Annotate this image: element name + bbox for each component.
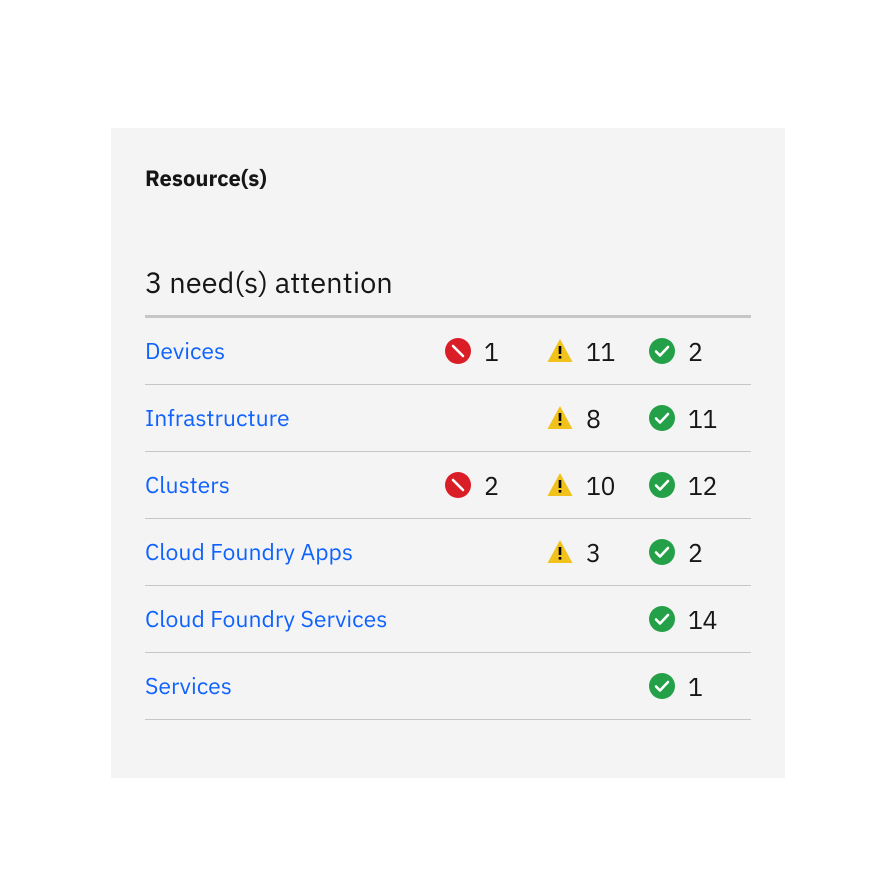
ok-cell: 1: [649, 670, 751, 703]
ok-count: 2: [688, 536, 703, 569]
table-row: Cloud Foundry Apps 3 2: [145, 519, 751, 586]
warning-cell: 10: [547, 469, 649, 502]
ok-cell: 2: [649, 335, 751, 368]
error-count: 2: [484, 469, 499, 502]
ok-count: 1: [688, 670, 703, 703]
error-icon: [445, 472, 471, 498]
ok-count: 12: [688, 469, 717, 502]
warning-cell: 11: [547, 335, 649, 368]
warning-count: 10: [586, 469, 615, 502]
resource-link-services[interactable]: Services: [145, 671, 445, 701]
table-row: Cloud Foundry Services 14: [145, 586, 751, 653]
error-cell: 1: [445, 335, 547, 368]
ok-icon: [649, 405, 675, 431]
error-count: 1: [484, 335, 499, 368]
ok-icon: [649, 338, 675, 364]
warning-icon: [547, 405, 573, 431]
ok-count: 2: [688, 335, 703, 368]
resource-link-infrastructure[interactable]: Infrastructure: [145, 403, 445, 433]
error-icon: [445, 338, 471, 364]
ok-count: 11: [688, 402, 717, 435]
warning-icon: [547, 338, 573, 364]
ok-cell: 2: [649, 536, 751, 569]
resource-link-devices[interactable]: Devices: [145, 336, 445, 366]
ok-icon: [649, 539, 675, 565]
table-row: Devices 1 11 2: [145, 318, 751, 385]
table-row: Infrastructure 8 11: [145, 385, 751, 452]
ok-icon: [649, 673, 675, 699]
resource-link-cf-apps[interactable]: Cloud Foundry Apps: [145, 537, 445, 567]
panel-title: Resource(s): [145, 164, 751, 193]
attention-heading: 3 need(s) attention: [145, 263, 751, 315]
ok-icon: [649, 472, 675, 498]
ok-cell: 14: [649, 603, 751, 636]
warning-count: 8: [586, 402, 601, 435]
warning-icon: [547, 539, 573, 565]
table-row: Services 1: [145, 653, 751, 720]
resource-panel: Resource(s) 3 need(s) attention Devices …: [111, 128, 785, 778]
warning-count: 3: [586, 536, 601, 569]
warning-cell: 3: [547, 536, 649, 569]
ok-cell: 11: [649, 402, 751, 435]
warning-cell: 8: [547, 402, 649, 435]
resource-link-cf-services[interactable]: Cloud Foundry Services: [145, 604, 445, 634]
table-row: Clusters 2 10 12: [145, 452, 751, 519]
warning-icon: [547, 472, 573, 498]
ok-cell: 12: [649, 469, 751, 502]
error-cell: 2: [445, 469, 547, 502]
ok-icon: [649, 606, 675, 632]
resource-link-clusters[interactable]: Clusters: [145, 470, 445, 500]
ok-count: 14: [688, 603, 717, 636]
warning-count: 11: [586, 335, 615, 368]
